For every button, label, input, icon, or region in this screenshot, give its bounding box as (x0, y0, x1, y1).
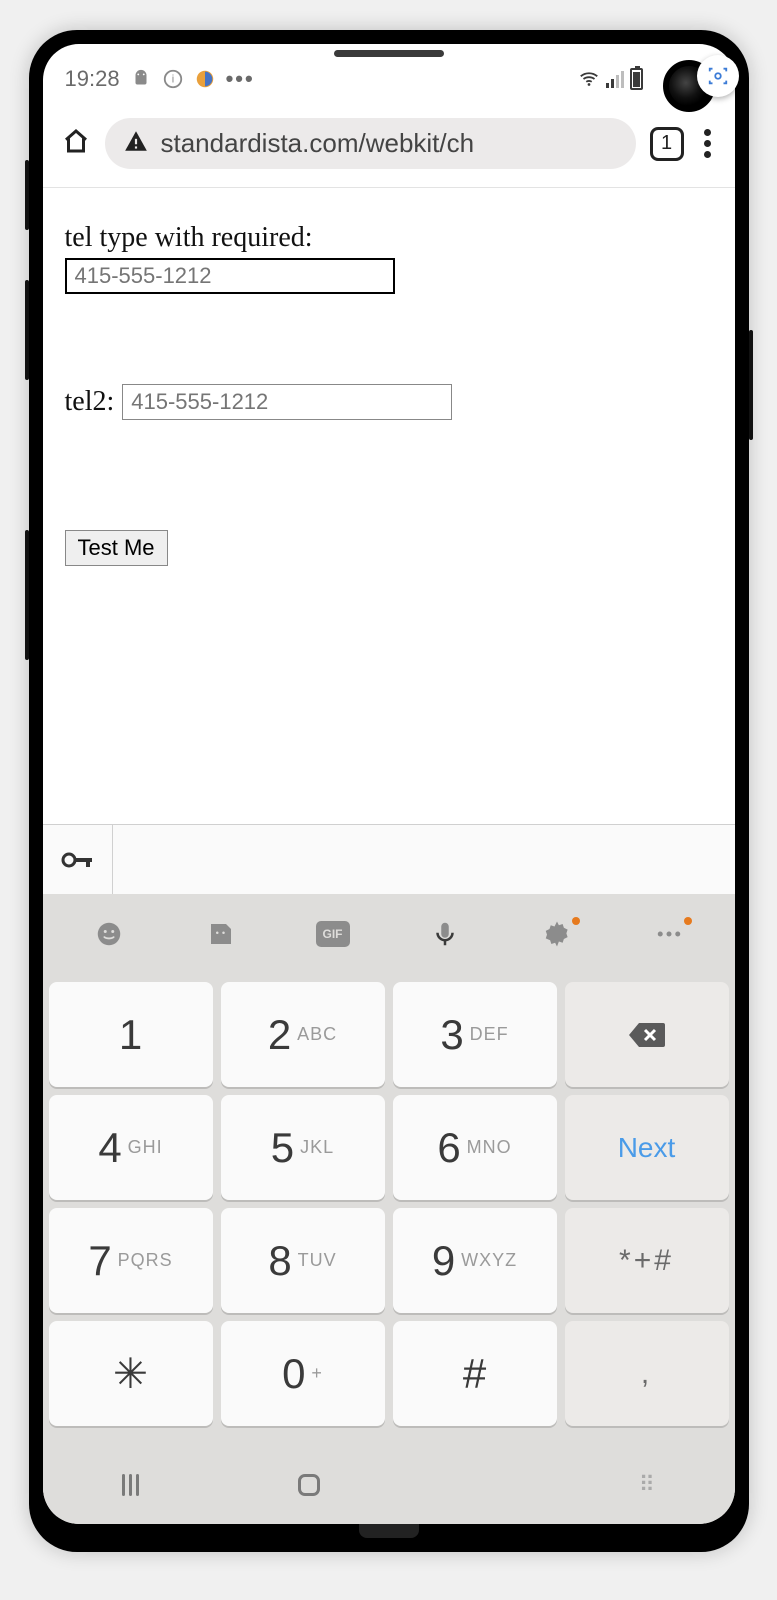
tel2-label: tel2: (65, 386, 115, 418)
power-button (749, 330, 753, 440)
key-8[interactable]: 8TUV (221, 1208, 385, 1313)
key-#[interactable]: # (393, 1321, 557, 1426)
mic-icon[interactable] (420, 919, 470, 949)
address-bar[interactable]: standardista.com/webkit/ch (105, 118, 636, 169)
tabs-button[interactable]: 1 (650, 127, 684, 161)
submit-button[interactable]: Test Me (65, 530, 168, 566)
key-2[interactable]: 2ABC (221, 982, 385, 1087)
home-button[interactable] (298, 1474, 320, 1496)
usb-cable (359, 1524, 419, 1538)
signal-icon (606, 70, 624, 88)
keyboard-toolbar: GIF (43, 894, 735, 974)
insecure-warning-icon (123, 128, 149, 159)
tel1-label: tel type with required: (65, 222, 713, 254)
key-next[interactable]: Next (565, 1095, 729, 1200)
volume-down-button (25, 530, 29, 660)
key-1[interactable]: 1 (49, 982, 213, 1087)
tel2-input[interactable] (122, 384, 452, 420)
lens-search-button[interactable] (697, 55, 739, 97)
tab-count: 1 (661, 132, 672, 155)
more-icon[interactable] (644, 919, 694, 949)
key-symbols[interactable]: *+# (565, 1208, 729, 1313)
page-content: tel type with required: tel2: Test Me (43, 188, 735, 600)
sticker-icon[interactable] (196, 919, 246, 949)
key-symbols[interactable]: , (565, 1321, 729, 1426)
info-icon: i (162, 68, 184, 90)
key-3[interactable]: 3DEF (393, 982, 557, 1087)
gif-icon[interactable]: GIF (308, 921, 358, 947)
svg-text:i: i (171, 74, 173, 86)
key-5[interactable]: 5JKL (221, 1095, 385, 1200)
status-time: 19:28 (65, 66, 120, 92)
tel1-input[interactable] (65, 258, 395, 294)
key-backspace[interactable] (565, 982, 729, 1087)
numeric-keypad: 12ABC3DEF 4GHI5JKL6MNONext 7PQRS8TUV9WXYZ*… (43, 974, 735, 1454)
emoji-icon[interactable] (84, 919, 134, 949)
home-icon[interactable] (61, 126, 91, 161)
android-debug-icon (130, 68, 152, 90)
volume-up-button (25, 280, 29, 380)
wifi-icon (578, 68, 600, 90)
recents-button[interactable] (122, 1474, 139, 1496)
key-9[interactable]: 9WXYZ (393, 1208, 557, 1313)
key-4[interactable]: 4GHI (49, 1095, 213, 1200)
battery-icon (630, 68, 643, 90)
menu-button[interactable] (698, 129, 717, 158)
more-notifications-icon: ••• (226, 66, 255, 92)
settings-icon[interactable] (532, 919, 582, 949)
keyboard-suggestion-bar (43, 824, 735, 894)
key-✳[interactable]: ✳ (49, 1321, 213, 1426)
bixby-button (25, 160, 29, 230)
browser-notif-icon (194, 68, 216, 90)
key-7[interactable]: 7PQRS (49, 1208, 213, 1313)
key-0[interactable]: 0+ (221, 1321, 385, 1426)
password-key-icon[interactable] (43, 825, 113, 894)
key-6[interactable]: 6MNO (393, 1095, 557, 1200)
navigation-bar: ⠿ (43, 1454, 735, 1524)
keyboard-switch-icon[interactable]: ⠿ (639, 1472, 655, 1498)
url-text: standardista.com/webkit/ch (161, 128, 475, 159)
browser-toolbar: standardista.com/webkit/ch 1 (43, 104, 735, 188)
speaker-grille (334, 50, 444, 57)
